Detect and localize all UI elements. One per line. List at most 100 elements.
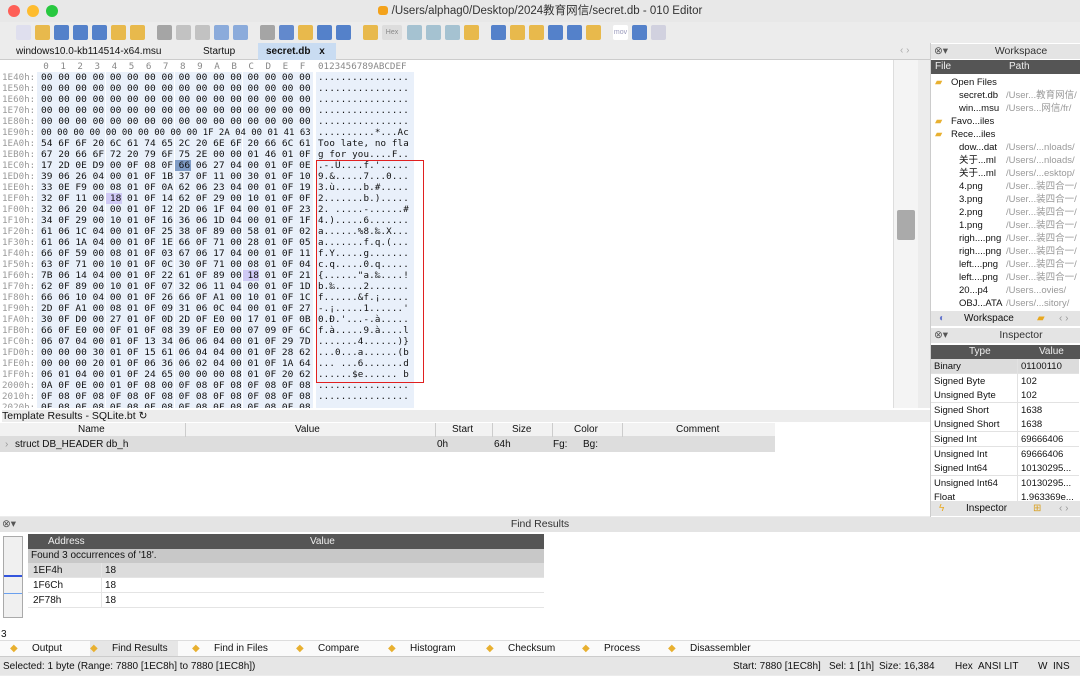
- hex-row[interactable]: 1E70h: 00 00 00 00 00 00 00 00 00 00 00 0…: [0, 105, 893, 116]
- cut-icon[interactable]: [157, 25, 172, 40]
- template-col-start[interactable]: Start: [452, 424, 473, 435]
- inspector-row[interactable]: Signed Short 1638: [931, 402, 1079, 418]
- workspace-file[interactable]: righ....png/User...装四合一/: [931, 245, 1079, 258]
- hex-toggle[interactable]: Hex: [382, 25, 402, 40]
- hex-row[interactable]: 1E40h: 00 00 00 00 00 00 00 00 00 00 00 0…: [0, 72, 893, 83]
- hex-row[interactable]: 1E80h: 00 00 00 00 00 00 00 00 00 00 00 0…: [0, 116, 893, 127]
- tab-scroll-arrows[interactable]: ‹ ›: [900, 45, 909, 56]
- hex-row[interactable]: 1FE0h: 00 00 00 20 01 0F 06 36 06 02 04 0…: [0, 358, 893, 369]
- hex-bytes[interactable]: 7B 06 14 04 00 01 0F 22 61 0F 89 00 18 0…: [41, 270, 311, 281]
- close-window-button[interactable]: [8, 5, 20, 17]
- workspace-file[interactable]: 3.png/User...装四合一/: [931, 193, 1079, 206]
- pause-icon[interactable]: [651, 25, 666, 40]
- inspector-tab[interactable]: Inspector: [966, 501, 1007, 516]
- scroll-thumb[interactable]: [897, 210, 915, 240]
- hex-row[interactable]: 1F30h: 61 06 1A 04 00 01 0F 1E 66 0F 71 0…: [0, 237, 893, 248]
- hex-row[interactable]: 2000h: 0A 0F 0E 00 01 0F 08 00 0F 08 0F 0…: [0, 380, 893, 391]
- hex-row[interactable]: 1ED0h: 39 06 26 04 00 01 0F 1B 37 0F 11 0…: [0, 171, 893, 182]
- tab-msu[interactable]: windows10.0-kb114514-x64.msu: [8, 43, 169, 60]
- workspace-file[interactable]: 2.png/User...装四合一/: [931, 206, 1079, 219]
- base-convert-icon[interactable]: [632, 25, 647, 40]
- new-file-icon[interactable]: [16, 25, 31, 40]
- grid-icon[interactable]: [445, 25, 460, 40]
- hex-bytes[interactable]: 0F 08 0F 08 0F 08 0F 08 0F 08 0F 08 0F 0…: [41, 391, 311, 402]
- hex-bytes[interactable]: 34 0F 29 00 10 01 0F 16 36 06 1D 04 00 0…: [41, 215, 311, 226]
- hex-bytes[interactable]: 66 0F E0 00 0F 01 0F 08 39 0F E0 00 07 0…: [41, 325, 311, 336]
- close-panel-icon[interactable]: ⊗▾: [934, 44, 948, 59]
- tab-disassembler[interactable]: ◆ Disassembler: [668, 641, 751, 657]
- highlight-icon[interactable]: [464, 25, 479, 40]
- expand-icon[interactable]: ›: [5, 437, 8, 452]
- hex-row[interactable]: 1F80h: 66 06 10 04 00 01 0F 26 66 0F A1 0…: [0, 292, 893, 303]
- workspace-tab[interactable]: Workspace: [964, 311, 1014, 326]
- run-script-icon[interactable]: [336, 25, 351, 40]
- tab-secret-db[interactable]: secret.db x: [258, 43, 336, 60]
- save-icon[interactable]: [54, 25, 69, 40]
- close-panel-icon[interactable]: ⊗▾: [2, 517, 16, 532]
- workspace-file[interactable]: left....png/User...装四合一/: [931, 271, 1079, 284]
- tab-histogram[interactable]: ◆ Histogram: [388, 641, 468, 657]
- hex-row[interactable]: 1F10h: 34 0F 29 00 10 01 0F 16 36 06 1D 0…: [0, 215, 893, 226]
- hex-bytes[interactable]: 00 00 00 30 01 0F 15 61 06 04 04 00 01 0…: [41, 347, 311, 358]
- hex-bytes[interactable]: 63 0F 71 00 10 01 0F 0C 30 0F 71 00 08 0…: [41, 259, 311, 270]
- template-col-comment[interactable]: Comment: [676, 424, 719, 435]
- hex-bytes[interactable]: 06 01 04 00 01 0F 24 65 00 00 00 08 01 0…: [41, 369, 311, 380]
- hex-bytes[interactable]: 66 06 10 04 00 01 0F 26 66 0F A1 00 10 0…: [41, 292, 311, 303]
- hex-bytes[interactable]: 0A 0F 0E 00 01 0F 08 00 0F 08 0F 08 0F 0…: [41, 380, 311, 391]
- hex-row[interactable]: 1F00h: 32 06 20 04 00 01 0F 12 2D 06 1F 0…: [0, 204, 893, 215]
- hex-bytes[interactable]: 32 0F 11 00 18 01 0F 14 62 0F 29 00 10 0…: [41, 193, 311, 204]
- checksum-icon[interactable]: [567, 25, 582, 40]
- status-w[interactable]: W: [1038, 657, 1047, 676]
- tab-find-results[interactable]: ◆ Find Results: [90, 641, 178, 657]
- hex-bytes[interactable]: 00 00 00 00 00 00 00 00 00 00 00 00 00 0…: [41, 83, 311, 94]
- workspace-group[interactable]: ▰ Favo...iles: [931, 115, 1079, 128]
- workspace-group[interactable]: ▰ Rece...iles: [931, 128, 1079, 141]
- status-hex[interactable]: Hex: [955, 657, 973, 676]
- redo-icon[interactable]: [233, 25, 248, 40]
- hex-bytes[interactable]: 61 06 1C 04 00 01 0F 25 38 0F 89 00 58 0…: [41, 226, 311, 237]
- hex-bytes[interactable]: 00 00 00 00 00 00 00 00 00 00 00 00 00 0…: [41, 116, 311, 127]
- inspector-row[interactable]: Signed Int 69666406: [931, 432, 1079, 447]
- tab-output[interactable]: ◆ Output: [10, 641, 90, 657]
- workspace-file[interactable]: 1.png/User...装四合一/: [931, 219, 1079, 232]
- minimize-window-button[interactable]: [27, 5, 39, 17]
- hex-row[interactable]: 1FF0h: 06 01 04 00 01 0F 24 65 00 00 00 0…: [0, 369, 893, 380]
- hex-bytes[interactable]: 30 0F D0 00 27 01 0F 0D 2D 0F E0 00 17 0…: [41, 314, 311, 325]
- template-row[interactable]: › struct DB_HEADER db_h 0h 64h Fg: Bg:: [0, 437, 775, 452]
- hex-row[interactable]: 1EB0h: 67 20 66 6F 72 20 79 6F 75 2E 00 0…: [0, 149, 893, 160]
- find-overview-bar[interactable]: [3, 536, 23, 618]
- open-file-icon[interactable]: [35, 25, 50, 40]
- replace-icon[interactable]: [279, 25, 294, 40]
- hex-row[interactable]: 1FB0h: 66 0F E0 00 0F 01 0F 08 39 0F E0 0…: [0, 325, 893, 336]
- inspector-row[interactable]: Unsigned Short 1638: [931, 417, 1079, 433]
- structure-tab-icon[interactable]: ⊞: [1033, 501, 1041, 516]
- hex-bytes[interactable]: 32 06 20 04 00 01 0F 12 2D 06 1F 04 00 0…: [41, 204, 311, 215]
- refresh-icon[interactable]: ↻: [139, 410, 148, 422]
- hex-row[interactable]: 1FD0h: 00 00 00 30 01 0F 15 61 06 04 04 0…: [0, 347, 893, 358]
- find-row[interactable]: 1F6Ch 18: [28, 578, 544, 593]
- hex-bytes[interactable]: 66 0F 59 00 08 01 0F 03 67 06 17 04 00 0…: [41, 248, 311, 259]
- inspector-row[interactable]: Unsigned Byte 102: [931, 388, 1079, 404]
- undo-icon[interactable]: [214, 25, 229, 40]
- hex-bytes[interactable]: 62 0F 89 00 10 01 0F 07 32 06 11 04 00 0…: [41, 281, 311, 292]
- inspector-icon[interactable]: [510, 25, 525, 40]
- inspector-row[interactable]: Binary 01100110: [931, 359, 1079, 374]
- workspace-file[interactable]: 关于...ml/Users/...esktop/: [931, 167, 1079, 180]
- workspace-file[interactable]: dow...dat/Users/...nloads/: [931, 141, 1079, 154]
- workspace-group[interactable]: ▰ Open Files: [931, 76, 1079, 89]
- hex-bytes[interactable]: 00 00 00 00 00 00 00 00 00 00 00 00 00 0…: [41, 105, 311, 116]
- mov-icon[interactable]: mov: [613, 25, 628, 40]
- inspector-row[interactable]: Float 1.963369e...: [931, 490, 1079, 501]
- hex-row[interactable]: 1F50h: 63 0F 71 00 10 01 0F 0C 30 0F 71 0…: [0, 259, 893, 270]
- hex-row[interactable]: 1F20h: 61 06 1C 04 00 01 0F 25 38 0F 89 0…: [0, 226, 893, 237]
- tab-find-in-files[interactable]: ◆ Find in Files: [192, 641, 272, 657]
- panel-tab-arrows[interactable]: ‹ ›: [1059, 311, 1068, 326]
- workspace-file[interactable]: OBJ...ATA/Users/...sitory/: [931, 297, 1079, 310]
- tab-process[interactable]: ◆ Process: [582, 641, 662, 657]
- workspace-file[interactable]: left....png/User...装四合一/: [931, 258, 1079, 271]
- save-all-icon[interactable]: [92, 25, 107, 40]
- workspace-file[interactable]: 20...p4/Users...ovies/: [931, 284, 1079, 297]
- workspace-file[interactable]: win...msu/Users...网信/fr/: [931, 102, 1079, 115]
- hex-bytes[interactable]: 00 00 00 00 00 00 00 00 00 00 1F 2A 04 0…: [41, 127, 311, 138]
- tab-compare[interactable]: ◆ Compare: [296, 641, 376, 657]
